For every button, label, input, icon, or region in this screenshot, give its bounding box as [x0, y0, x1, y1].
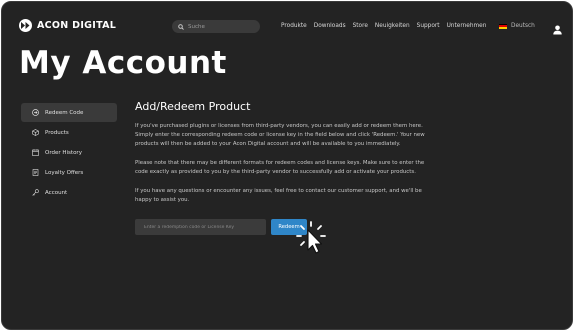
sidebar-item-loyalty-offers[interactable]: Loyalty Offers [21, 163, 117, 182]
sidebar-item-label: Loyalty Offers [45, 169, 84, 176]
support-paragraph: If you have any questions or encounter a… [135, 188, 422, 203]
sidebar-item-redeem-code[interactable]: Redeem Code [21, 103, 117, 122]
click-cursor-icon [296, 221, 326, 254]
key-icon [32, 189, 39, 196]
language-selector[interactable]: Deutsch [499, 23, 535, 29]
nav-store[interactable]: Store [353, 23, 368, 29]
page-title: My Account [19, 45, 227, 81]
nav-support[interactable]: Support [417, 23, 440, 29]
search-placeholder: Suche [188, 23, 205, 30]
calendar-icon [32, 149, 39, 156]
language-label: Deutsch [511, 23, 535, 29]
app-window: ACON DIGITAL Suche Produkte Downloads St… [1, 1, 573, 330]
redeem-icon [32, 109, 39, 116]
sidebar-item-order-history[interactable]: Order History [21, 143, 117, 162]
logo[interactable]: ACON DIGITAL [19, 19, 116, 32]
sidebar-item-label: Account [45, 189, 68, 196]
sidebar-item-label: Products [45, 129, 69, 136]
search-icon [178, 23, 184, 30]
nav-produkte[interactable]: Produkte [281, 23, 307, 29]
logo-icon [19, 19, 32, 32]
search-bar[interactable]: Suche [172, 20, 260, 33]
sidebar-item-products[interactable]: Products [21, 123, 117, 142]
german-flag-icon [499, 23, 507, 29]
top-nav: Produkte Downloads Store Neuigkeiten Sup… [281, 23, 493, 29]
nav-unternehmen[interactable]: Unternehmen [447, 23, 487, 29]
logo-text: ACON DIGITAL [37, 20, 117, 31]
redeem-code-input[interactable] [135, 219, 266, 235]
user-icon[interactable] [553, 20, 562, 39]
section-title: Add/Redeem Product [135, 100, 251, 113]
format-note-paragraph: Please note that there may be different … [135, 160, 425, 175]
account-sidebar: Redeem Code Products Order History Loyal… [21, 103, 117, 203]
intro-paragraph: If you've purchased plugins or licenses … [135, 123, 425, 147]
document-icon [32, 169, 39, 176]
cube-icon [32, 129, 39, 136]
nav-neuigkeiten[interactable]: Neuigkeiten [375, 23, 410, 29]
nav-downloads[interactable]: Downloads [314, 23, 346, 29]
sidebar-item-label: Order History [45, 149, 82, 156]
sidebar-item-account[interactable]: Account [21, 183, 117, 202]
sidebar-item-label: Redeem Code [45, 109, 84, 116]
